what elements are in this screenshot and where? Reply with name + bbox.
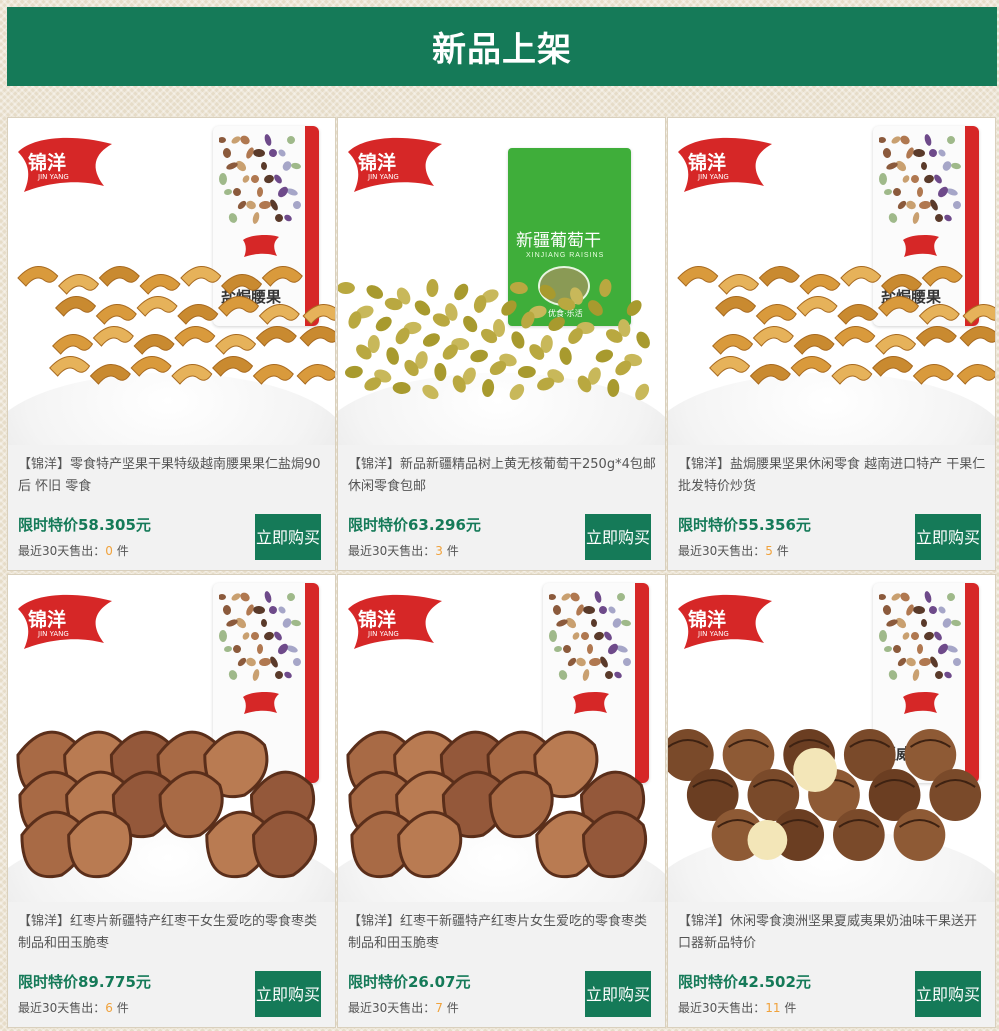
sales-unit: 件 — [112, 1001, 129, 1015]
buy-now-button[interactable]: 立即购买 — [585, 971, 651, 1017]
product-price: 限时特价63.296元 — [348, 516, 481, 534]
sales-label: 最近30天售出： — [348, 1001, 436, 1015]
package-tag — [901, 234, 941, 258]
product-image[interactable]: 枣干 锦洋 JIN YANG — [8, 575, 335, 902]
sales-count: 最近30天售出：7 件 — [348, 999, 459, 1016]
brand-name-en: JIN YANG — [38, 173, 69, 181]
brand-logo: 锦洋 JIN YANG — [674, 591, 774, 653]
buy-now-button[interactable]: 立即购买 — [255, 971, 321, 1017]
sales-label: 最近30天售出： — [18, 544, 106, 558]
brand-name-en: JIN YANG — [368, 173, 399, 181]
package-pattern — [878, 134, 961, 230]
sales-count: 最近30天售出：5 件 — [678, 542, 789, 559]
sales-unit: 件 — [112, 544, 129, 558]
product-price: 限时特价42.502元 — [678, 973, 811, 991]
product-image[interactable]: 盐焗腰果 锦洋 JIN YANG — [668, 118, 995, 445]
food-illustration — [338, 258, 665, 445]
sales-label: 最近30天售出： — [678, 1001, 766, 1015]
package-tag — [241, 234, 281, 258]
package-tag — [901, 691, 941, 715]
package-pattern — [218, 591, 301, 687]
buy-now-button[interactable]: 立即购买 — [585, 514, 651, 560]
sales-unit: 件 — [772, 544, 789, 558]
buy-now-button[interactable]: 立即购买 — [255, 514, 321, 560]
brand-name: 锦洋 — [28, 152, 67, 174]
sales-number: 5 — [765, 544, 773, 558]
brand-name-en: JIN YANG — [368, 630, 399, 638]
sales-count: 最近30天售出：11 件 — [678, 999, 796, 1016]
buy-now-button[interactable]: 立即购买 — [915, 971, 981, 1017]
food-illustration — [8, 258, 335, 445]
product-title[interactable]: 【锦洋】盐焗腰果坚果休闲零食 越南进口特产 干果仁批发特价炒货 — [678, 454, 986, 498]
product-price: 限时特价58.305元 — [18, 516, 151, 534]
product-title[interactable]: 【锦洋】红枣片新疆特产红枣干女生爱吃的零食枣类制品和田玉脆枣 — [18, 911, 326, 955]
brand-logo: 锦洋 JIN YANG — [344, 134, 444, 196]
product-grid: 盐焗腰果 锦洋 JIN YANG 【锦洋】零食特产坚果干果特级越南腰果果仁盐焗9… — [7, 117, 997, 1028]
package-pattern — [218, 134, 301, 230]
sales-number: 6 — [105, 1001, 113, 1015]
brand-logo: 锦洋 JIN YANG — [14, 591, 114, 653]
product-image[interactable]: 夏威夷果 锦洋 JIN YANG — [668, 575, 995, 902]
sales-unit: 件 — [442, 1001, 459, 1015]
brand-name: 锦洋 — [688, 152, 727, 174]
brand-name-en: JIN YANG — [38, 630, 69, 638]
sales-unit: 件 — [442, 544, 459, 558]
product-title[interactable]: 【锦洋】休闲零食澳洲坚果夏威夷果奶油味干果送开口器新品特价 — [678, 911, 986, 955]
package-name: 新疆葡萄干 — [516, 231, 601, 251]
brand-name: 锦洋 — [28, 609, 67, 631]
product-card[interactable]: 新疆葡萄干 XINJIANG RAISINS 优食·乐活 锦洋 JIN YANG 【… — [337, 117, 666, 571]
package-tag — [241, 691, 281, 715]
food-illustration — [668, 715, 995, 902]
sales-label: 最近30天售出： — [348, 544, 436, 558]
section-title: 新品上架 — [432, 30, 572, 70]
brand-name: 锦洋 — [358, 609, 397, 631]
product-title[interactable]: 【锦洋】新品新疆精品树上黄无核葡萄干250g*4包邮休闲零食包邮 — [348, 454, 656, 498]
package-pattern — [548, 591, 631, 687]
product-image[interactable]: 枣干 锦洋 JIN YANG — [338, 575, 665, 902]
sales-count: 最近30天售出：3 件 — [348, 542, 459, 559]
product-price: 限时特价55.356元 — [678, 516, 811, 534]
brand-name: 锦洋 — [358, 152, 397, 174]
package-tag — [571, 691, 611, 715]
food-illustration — [668, 258, 995, 445]
product-card[interactable]: 枣干 锦洋 JIN YANG 【锦洋】红枣片新疆特产红枣干女生爱吃的零食枣类制品… — [7, 574, 336, 1028]
sales-number: 11 — [765, 1001, 781, 1015]
sales-label: 最近30天售出： — [18, 1001, 106, 1015]
product-image[interactable]: 盐焗腰果 锦洋 JIN YANG — [8, 118, 335, 445]
food-illustration — [338, 715, 665, 902]
buy-now-button[interactable]: 立即购买 — [915, 514, 981, 560]
product-title[interactable]: 【锦洋】红枣干新疆特产红枣片女生爱吃的零食枣类制品和田玉脆枣 — [348, 911, 656, 955]
sales-number: 7 — [435, 1001, 443, 1015]
sales-count: 最近30天售出：6 件 — [18, 999, 129, 1016]
product-price: 限时特价89.775元 — [18, 973, 151, 991]
brand-logo: 锦洋 JIN YANG — [674, 134, 774, 196]
brand-name: 锦洋 — [688, 609, 727, 631]
brand-name-en: JIN YANG — [698, 630, 729, 638]
brand-logo: 锦洋 JIN YANG — [344, 591, 444, 653]
sales-label: 最近30天售出： — [678, 544, 766, 558]
product-card[interactable]: 枣干 锦洋 JIN YANG 【锦洋】红枣干新疆特产红枣片女生爱吃的零食枣类制品… — [337, 574, 666, 1028]
product-price: 限时特价26.07元 — [348, 973, 471, 991]
package-pattern — [878, 591, 961, 687]
section-header: 新品上架 — [7, 7, 997, 86]
product-card[interactable]: 夏威夷果 锦洋 JIN YANG 【锦洋】休闲零食澳洲坚果夏威夷果奶油味干果送开… — [667, 574, 996, 1028]
brand-logo: 锦洋 JIN YANG — [14, 134, 114, 196]
product-card[interactable]: 盐焗腰果 锦洋 JIN YANG 【锦洋】零食特产坚果干果特级越南腰果果仁盐焗9… — [7, 117, 336, 571]
product-card[interactable]: 盐焗腰果 锦洋 JIN YANG 【锦洋】盐焗腰果坚果休闲零食 越南进口特产 干… — [667, 117, 996, 571]
sales-unit: 件 — [780, 1001, 797, 1015]
product-image[interactable]: 新疆葡萄干 XINJIANG RAISINS 优食·乐活 锦洋 JIN YANG — [338, 118, 665, 445]
product-title[interactable]: 【锦洋】零食特产坚果干果特级越南腰果果仁盐焗90后 怀旧 零食 — [18, 454, 326, 498]
sales-count: 最近30天售出：0 件 — [18, 542, 129, 559]
food-illustration — [8, 715, 335, 902]
sales-number: 0 — [105, 544, 113, 558]
brand-name-en: JIN YANG — [698, 173, 729, 181]
sales-number: 3 — [435, 544, 443, 558]
